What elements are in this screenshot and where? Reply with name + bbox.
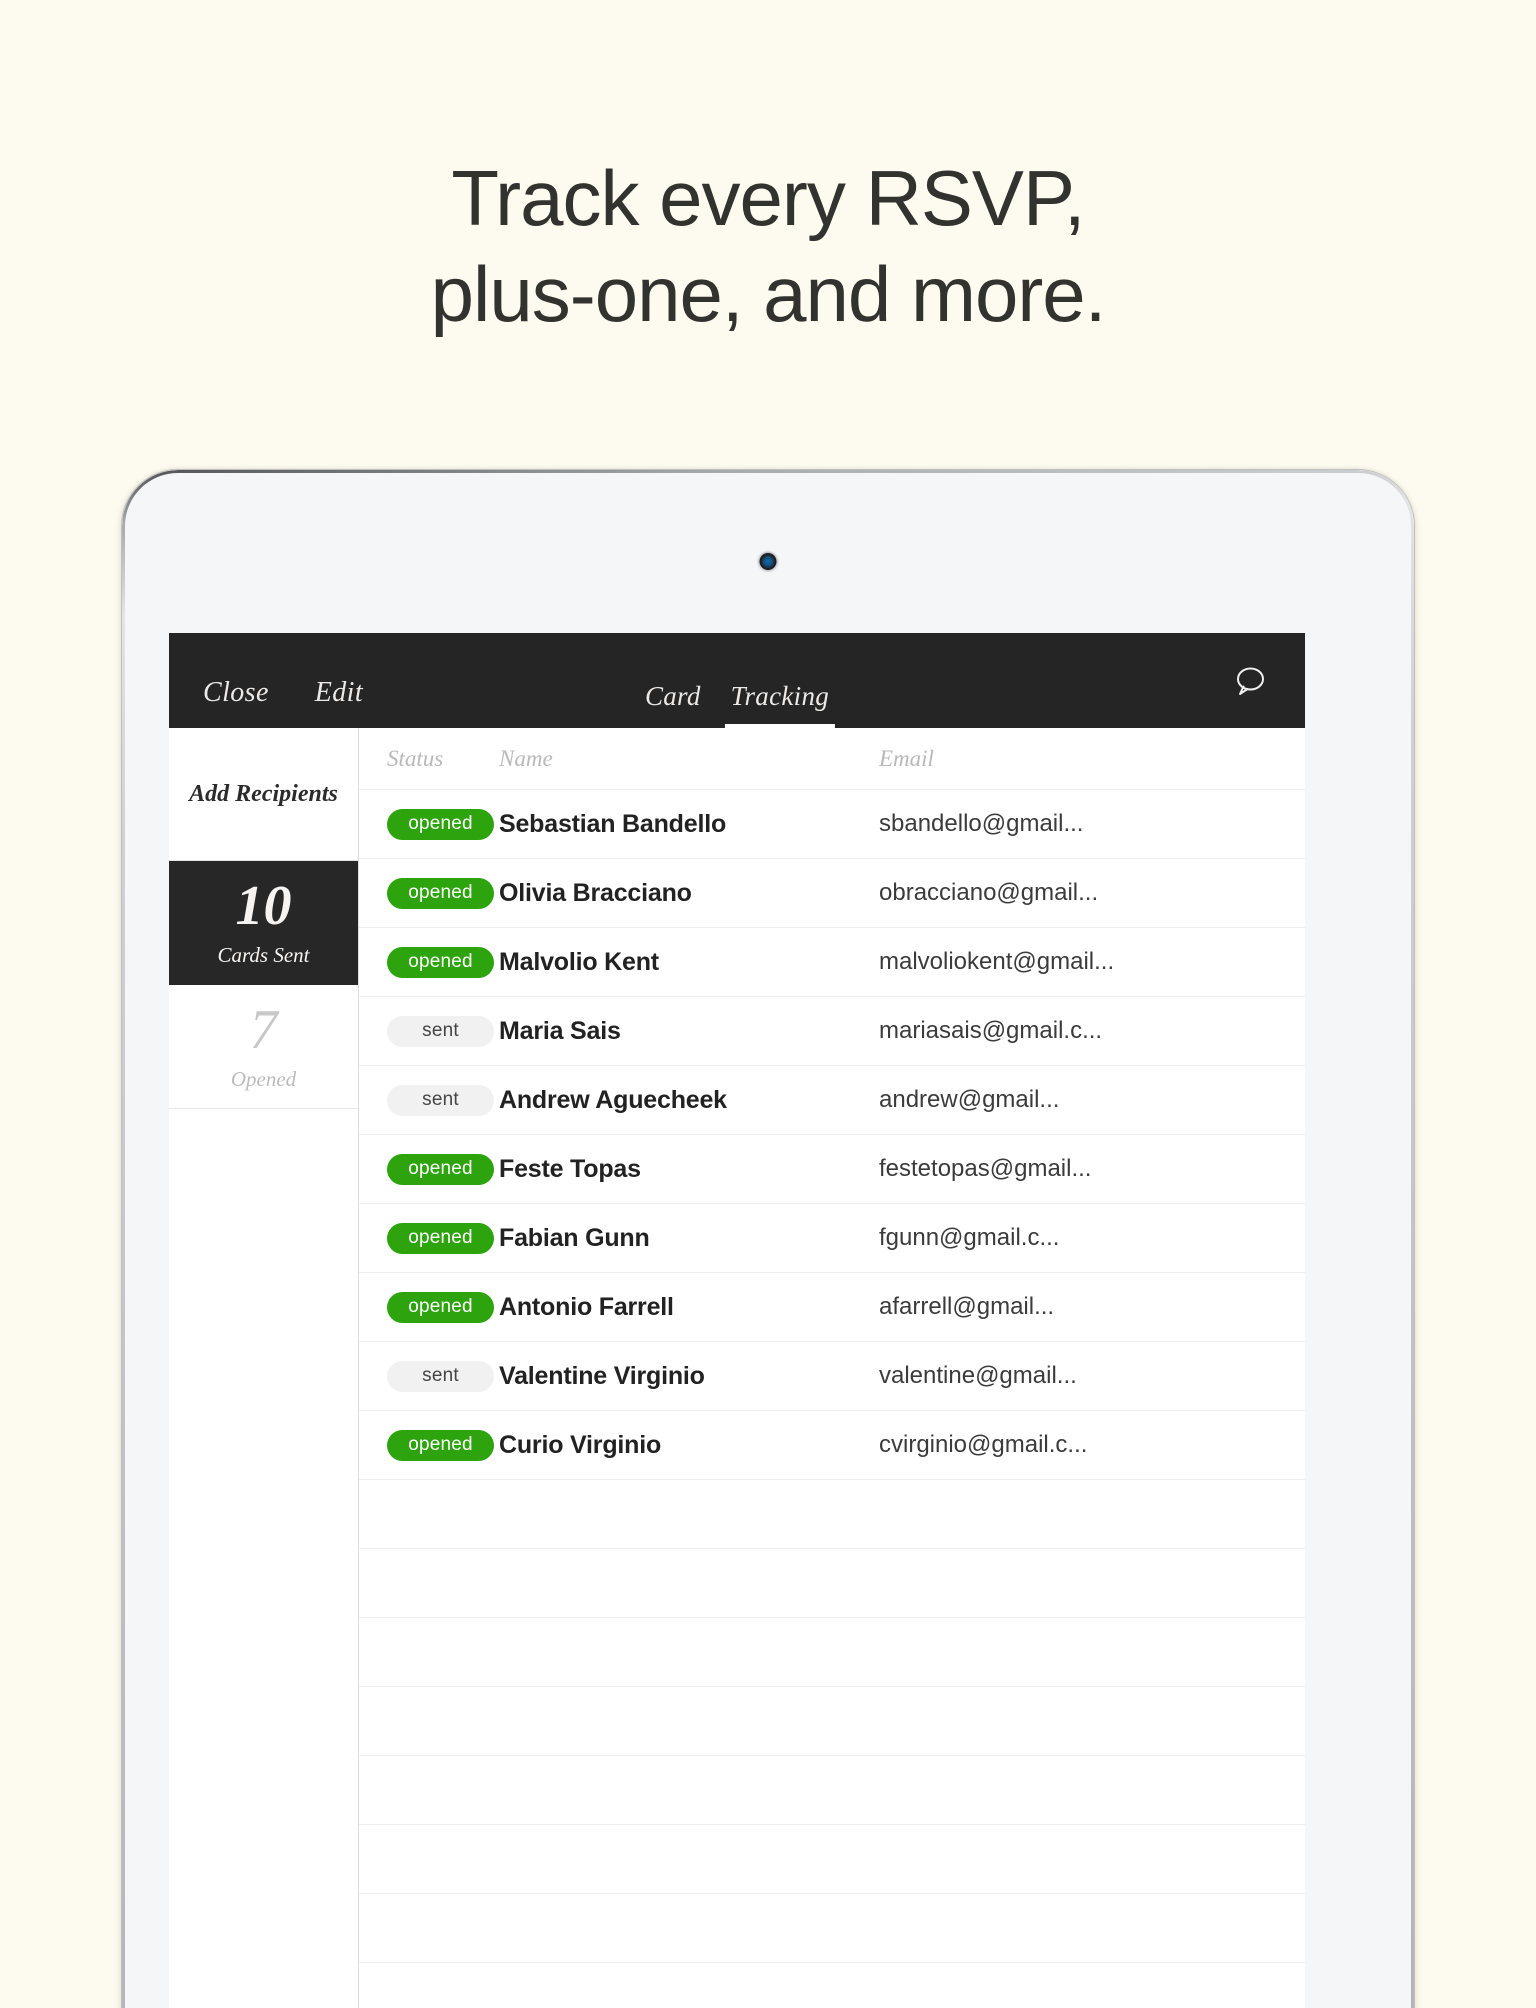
row-email-cell: mariasais@gmail.c... (879, 1017, 1103, 1044)
row-name-cell: Curio Virginio (499, 1430, 662, 1459)
row-status-cell: sent (359, 1360, 499, 1392)
table-row-empty (359, 1549, 1305, 1618)
tab-card[interactable]: Card (645, 681, 701, 728)
status-badge: sent (387, 1360, 494, 1392)
cards-sent-caption: Cards Sent (217, 943, 310, 967)
table-row[interactable]: opened Feste Topas festetopas@gmail... (359, 1135, 1305, 1204)
table-row-empty (359, 1756, 1305, 1825)
row-name-cell: Andrew Aguecheek (499, 1085, 727, 1114)
front-camera-icon (759, 553, 777, 570)
table-row-empty (359, 1825, 1305, 1894)
row-name-cell: Olivia Bracciano (499, 878, 692, 907)
row-name-cell: Maria Sais (499, 1016, 621, 1045)
status-badge: sent (387, 1015, 494, 1047)
row-name-cell: Valentine Virginio (499, 1361, 705, 1390)
sidebar-item-add-recipients[interactable]: Add Recipients (169, 728, 358, 861)
status-badge: opened (387, 1222, 494, 1254)
table-header-row: Status Name Email (359, 728, 1305, 790)
table-row-empty (359, 1687, 1305, 1756)
status-badge: opened (387, 877, 494, 909)
row-email-cell: andrew@gmail... (879, 1086, 1060, 1113)
app-screen: Close Edit Card Tracking Add Recipients … (169, 633, 1305, 2008)
row-status-cell: opened (359, 877, 499, 909)
row-name-cell: Fabian Gunn (499, 1223, 650, 1252)
speech-bubble-icon[interactable] (1233, 665, 1267, 702)
row-email-cell: festetopas@gmail... (879, 1155, 1092, 1182)
row-status-cell: opened (359, 1291, 499, 1323)
table-row[interactable]: opened Sebastian Bandello sbandello@gmail.… (359, 790, 1305, 859)
table-row[interactable]: sent Valentine Virginio valentine@gmail... (359, 1342, 1305, 1411)
opened-value: 7 (249, 998, 278, 1061)
status-badge: opened (387, 1291, 494, 1323)
row-status-cell: opened (359, 1429, 499, 1461)
opened-caption: Opened (230, 1066, 297, 1091)
page-title-line-2: plus-one, and more. (430, 250, 1107, 338)
table-row[interactable]: opened Curio Virginio cvirginio@gmail.c... (359, 1411, 1305, 1480)
sidebar: Add Recipients 10 Cards Sent 7 Opened (169, 728, 359, 2008)
table-row[interactable]: opened Antonio Farrell afarrell@gmail... (359, 1273, 1305, 1342)
row-status-cell: opened (359, 1153, 499, 1185)
table-row[interactable]: opened Olivia Bracciano obracciano@gmail..… (359, 859, 1305, 928)
tab-tracking[interactable]: Tracking (724, 681, 836, 728)
status-badge: opened (387, 946, 494, 978)
row-name-cell: Sebastian Bandello (499, 809, 727, 838)
table-row[interactable]: opened Fabian Gunn fgunn@gmail.c... (359, 1204, 1305, 1273)
status-badge: opened (387, 808, 494, 840)
column-header-status: Status (387, 745, 444, 771)
tablet-face: Close Edit Card Tracking Add Recipients … (125, 473, 1411, 2008)
edit-button[interactable]: Edit (315, 677, 363, 709)
page-title-line-1: Track every RSVP, (451, 154, 1085, 242)
table-row[interactable]: sent Andrew Aguecheek andrew@gmail... (359, 1066, 1305, 1135)
table-row-empty (359, 1894, 1305, 1963)
cards-sent-value: 10 (235, 875, 292, 937)
tablet-device: Close Edit Card Tracking Add Recipients … (122, 470, 1414, 2008)
table-row-empty (359, 1480, 1305, 1549)
navbar-left-actions: Close Edit (203, 677, 363, 709)
row-status-cell: sent (359, 1084, 499, 1116)
row-email-cell: malvoliokent@gmail... (879, 948, 1115, 975)
status-badge: sent (387, 1084, 494, 1116)
row-email-cell: obracciano@gmail... (879, 879, 1099, 906)
app-navbar: Close Edit Card Tracking (169, 633, 1305, 728)
navbar-right-actions (1233, 665, 1267, 702)
row-email-cell: afarrell@gmail... (879, 1293, 1055, 1320)
row-status-cell: opened (359, 808, 499, 840)
status-badge: opened (387, 1429, 494, 1461)
row-name-cell: Malvolio Kent (499, 947, 659, 976)
table-row[interactable]: opened Malvolio Kent malvoliokent@gmail... (359, 928, 1305, 997)
row-name-cell: Feste Topas (499, 1154, 641, 1183)
column-header-name: Name (499, 745, 553, 771)
row-email-cell: cvirginio@gmail.c... (879, 1431, 1088, 1458)
row-status-cell: opened (359, 946, 499, 978)
row-email-cell: fgunn@gmail.c... (879, 1224, 1060, 1251)
sidebar-stat-cards-sent[interactable]: 10 Cards Sent (169, 861, 358, 985)
sidebar-stat-opened[interactable]: 7 Opened (169, 985, 358, 1109)
navbar-tabs: Card Tracking (645, 681, 836, 728)
table-row[interactable]: sent Maria Sais mariasais@gmail.c... (359, 997, 1305, 1066)
close-button[interactable]: Close (203, 677, 269, 709)
table-row-empty (359, 1618, 1305, 1687)
recipients-table: Status Name Email opened Sebastian Bandel… (359, 728, 1305, 2008)
add-recipients-label: Add Recipients (189, 780, 338, 807)
row-email-cell: valentine@gmail... (879, 1362, 1077, 1389)
page-title: Track every RSVP, plus-one, and more. (0, 150, 1536, 342)
row-status-cell: opened (359, 1222, 499, 1254)
column-header-email: Email (879, 745, 934, 771)
row-name-cell: Antonio Farrell (499, 1292, 674, 1321)
table-body: opened Sebastian Bandello sbandello@gmail.… (359, 790, 1305, 1963)
row-email-cell: sbandello@gmail... (879, 810, 1084, 837)
app-body: Add Recipients 10 Cards Sent 7 Opened St… (169, 728, 1305, 2008)
row-status-cell: sent (359, 1015, 499, 1047)
status-badge: opened (387, 1153, 494, 1185)
